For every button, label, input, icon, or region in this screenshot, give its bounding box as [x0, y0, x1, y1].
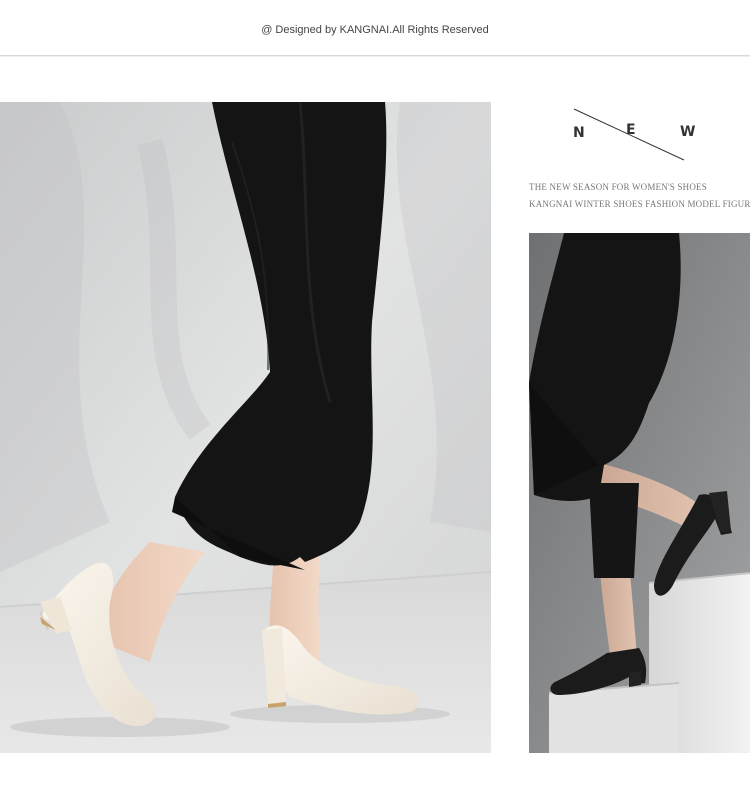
- new-letter-e: E: [626, 122, 636, 138]
- main-product-photo: [0, 102, 491, 753]
- model-beige-pumps-image: [0, 102, 491, 753]
- copyright-text: @ Designed by KANGNAI.All Rights Reserve…: [261, 24, 489, 36]
- new-letter-w: W: [680, 124, 696, 140]
- tagline-winter-shoes: KANGNAI WINTER SHOES FASHION MODEL FIGUR…: [529, 199, 750, 209]
- side-product-photo: [529, 233, 750, 753]
- top-banner: @ Designed by KANGNAI.All Rights Reserve…: [0, 0, 750, 56]
- tagline-new-season: THE NEW SEASON FOR WOMEN'S SHOES: [529, 182, 707, 192]
- new-heading: N E W: [566, 104, 706, 168]
- model-black-pumps-image: [529, 233, 750, 753]
- new-letter-n: N: [573, 125, 585, 141]
